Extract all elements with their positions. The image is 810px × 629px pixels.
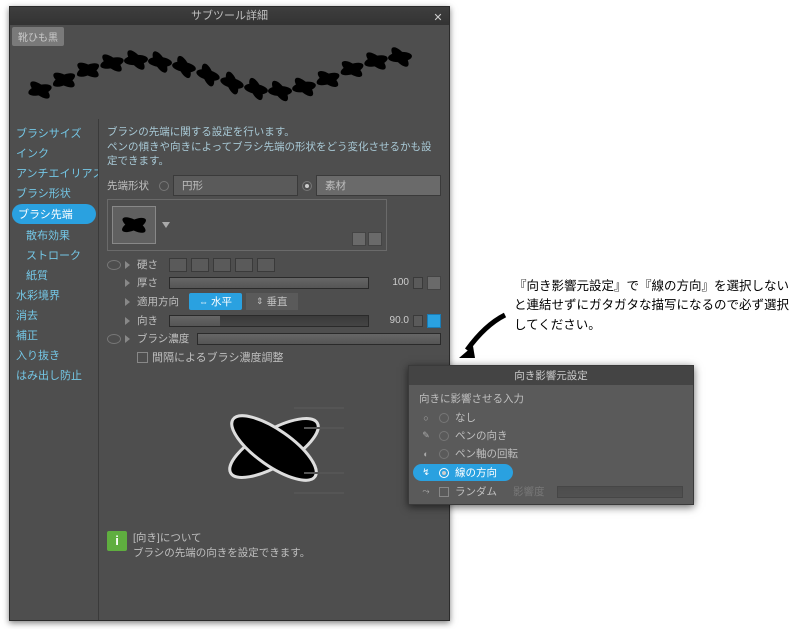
hardness-step[interactable] bbox=[191, 258, 209, 272]
info-box: i [向き]について ブラシの先端の向きを設定できます。 bbox=[107, 531, 441, 560]
direction-slider[interactable] bbox=[169, 315, 369, 327]
stroke-preview-svg bbox=[10, 25, 451, 119]
option-none[interactable]: ○なし bbox=[419, 410, 683, 425]
vertical-button[interactable]: ⇕垂直 bbox=[246, 293, 298, 310]
gap-adjust-checkbox[interactable] bbox=[137, 352, 148, 363]
eye-icon[interactable] bbox=[107, 260, 121, 270]
add-material-icon[interactable] bbox=[352, 232, 366, 246]
dynamics-icon[interactable] bbox=[427, 276, 441, 290]
brush-density-row: ブラシ濃度 bbox=[107, 331, 441, 346]
pen-dir-radio[interactable] bbox=[439, 431, 449, 441]
thickness-value: 100 bbox=[373, 277, 409, 288]
line-dir-radio[interactable] bbox=[439, 468, 449, 478]
apply-dir-label: 適用方向 bbox=[137, 294, 185, 309]
chevron-down-icon[interactable] bbox=[162, 222, 170, 228]
apply-direction-row: 適用方向 ⇔水平 ⇕垂直 bbox=[107, 293, 441, 310]
expand-icon[interactable] bbox=[125, 335, 133, 343]
random-icon: ⤳ bbox=[419, 486, 433, 498]
sidebar-item-inout[interactable]: 入り抜き bbox=[10, 345, 98, 365]
tip-thumbnail[interactable] bbox=[112, 206, 156, 244]
info-text: ブラシの先端の向きを設定できます。 bbox=[133, 546, 310, 561]
direction-label: 向き bbox=[137, 313, 165, 328]
option-random[interactable]: ⤳ランダム影響度 bbox=[419, 484, 683, 499]
sidebar-item-ink[interactable]: インク bbox=[10, 143, 98, 163]
thickness-spin[interactable] bbox=[413, 277, 423, 289]
titlebar: サブツール詳細 ✕ bbox=[10, 7, 449, 25]
influence-slider[interactable] bbox=[557, 486, 684, 498]
direction-value: 90.0 bbox=[373, 315, 409, 326]
pen-rot-radio[interactable] bbox=[439, 449, 449, 459]
info-icon: i bbox=[107, 531, 127, 551]
sidebar-item-stroke[interactable]: ストローク bbox=[10, 245, 98, 265]
tip-material-box bbox=[107, 199, 387, 251]
tip-large-preview bbox=[194, 373, 354, 523]
option-line-direction[interactable]: ↯線の方向 bbox=[413, 464, 513, 481]
tip-shape-label: 先端形状 bbox=[107, 178, 155, 193]
annotation-arrow-icon bbox=[455, 310, 515, 365]
eye-icon[interactable] bbox=[107, 334, 121, 344]
horizontal-button[interactable]: ⇔水平 bbox=[189, 293, 242, 310]
pen-dir-icon: ✎ bbox=[419, 430, 433, 442]
remove-material-icon[interactable] bbox=[368, 232, 382, 246]
gap-adjust-label: 間隔によるブラシ濃度調整 bbox=[152, 349, 283, 365]
direction-source-popup: 向き影響元設定 向きに影響させる入力 ○なし ✎ペンの向き ◐ペン軸の回転 ↯線… bbox=[408, 365, 694, 505]
hardness-label: 硬さ bbox=[137, 257, 165, 272]
direction-row: 向き 90.0 bbox=[107, 313, 441, 328]
expand-icon[interactable] bbox=[125, 317, 133, 325]
hardness-step[interactable] bbox=[213, 258, 231, 272]
sidebar-item-correction[interactable]: 補正 bbox=[10, 325, 98, 345]
random-checkbox[interactable] bbox=[439, 487, 449, 497]
sidebar-item-brush-size[interactable]: ブラシサイズ bbox=[10, 123, 98, 143]
circle-radio[interactable] bbox=[159, 181, 169, 191]
popup-heading: 向きに影響させる入力 bbox=[419, 391, 683, 406]
influence-label: 影響度 bbox=[513, 484, 545, 499]
sidebar-item-watercolor[interactable]: 水彩境界 bbox=[10, 285, 98, 305]
pen-rot-icon: ◐ bbox=[419, 448, 433, 460]
thickness-slider[interactable] bbox=[169, 277, 369, 289]
category-description: ブラシの先端に関する設定を行います。 ペンの傾きや向きによってブラシ先端の形状を… bbox=[107, 125, 441, 169]
direction-dynamics-icon[interactable] bbox=[427, 314, 441, 328]
none-icon: ○ bbox=[419, 412, 433, 424]
brush-density-label: ブラシ濃度 bbox=[137, 331, 193, 346]
sidebar-item-texture[interactable]: 紙質 bbox=[10, 265, 98, 285]
sidebar-item-overflow[interactable]: はみ出し防止 bbox=[10, 365, 98, 385]
subtool-detail-panel: サブツール詳細 ✕ 靴ひも黒 bbox=[9, 6, 450, 621]
sidebar-item-brush-tip[interactable]: ブラシ先端 bbox=[12, 204, 96, 224]
sidebar-item-brush-shape[interactable]: ブラシ形状 bbox=[10, 183, 98, 203]
window-title: サブツール詳細 bbox=[191, 10, 268, 22]
hardness-row: 硬さ bbox=[107, 257, 441, 272]
close-icon[interactable]: ✕ bbox=[431, 9, 445, 23]
option-pen-rotation[interactable]: ◐ペン軸の回転 bbox=[419, 446, 683, 461]
annotation-text: 『向き影響元設定』で『線の方向』を選択しないと連結せずにガタガタな描写になるので… bbox=[514, 277, 800, 335]
hardness-step[interactable] bbox=[257, 258, 275, 272]
line-dir-icon: ↯ bbox=[419, 467, 433, 479]
material-button[interactable]: 素材 bbox=[316, 175, 441, 196]
brush-density-slider[interactable] bbox=[197, 333, 441, 345]
sidebar-item-erase[interactable]: 消去 bbox=[10, 305, 98, 325]
settings-main: ブラシの先端に関する設定を行います。 ペンの傾きや向きによってブラシ先端の形状を… bbox=[98, 119, 449, 620]
tip-shape-row: 先端形状 円形 素材 bbox=[107, 175, 441, 196]
circle-button[interactable]: 円形 bbox=[173, 175, 298, 196]
none-radio[interactable] bbox=[439, 413, 449, 423]
brush-preview: 靴ひも黒 bbox=[10, 25, 449, 119]
thickness-row: 厚さ 100 bbox=[107, 275, 441, 290]
material-radio[interactable] bbox=[302, 181, 312, 191]
info-title: [向き]について bbox=[133, 531, 310, 546]
option-pen-direction[interactable]: ✎ペンの向き bbox=[419, 428, 683, 443]
expand-icon[interactable] bbox=[125, 298, 133, 306]
expand-icon[interactable] bbox=[125, 261, 133, 269]
category-sidebar: ブラシサイズ インク アンチエイリアス ブラシ形状 ブラシ先端 散布効果 ストロ… bbox=[10, 119, 98, 620]
sidebar-item-antialias[interactable]: アンチエイリアス bbox=[10, 163, 98, 183]
hardness-step[interactable] bbox=[235, 258, 253, 272]
gap-adjust-row: 間隔によるブラシ濃度調整 bbox=[107, 349, 441, 365]
expand-icon[interactable] bbox=[125, 279, 133, 287]
popup-title: 向き影響元設定 bbox=[409, 366, 693, 385]
hardness-step[interactable] bbox=[169, 258, 187, 272]
sidebar-item-spray[interactable]: 散布効果 bbox=[10, 225, 98, 245]
thickness-label: 厚さ bbox=[137, 275, 165, 290]
direction-spin[interactable] bbox=[413, 315, 423, 327]
